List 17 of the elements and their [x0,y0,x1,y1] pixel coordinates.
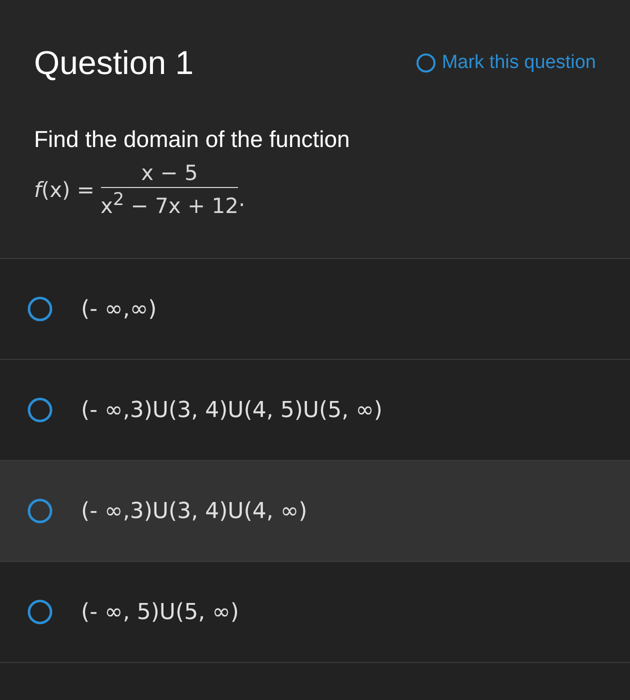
answer-text: (- ∞,∞) [81,296,157,322]
question-title: Question 1 [34,44,194,82]
mark-question-button[interactable]: Mark this question [416,52,596,74]
answer-text: (- ∞,3)U(3, 4)U(4, 5)U(5, ∞) [81,398,382,422]
answer-option[interactable]: (- ∞,3)U(3, 4)U(4, ∞) [0,461,630,562]
circle-icon [416,53,436,73]
radio-button[interactable] [27,296,53,322]
question-prompt: Find the domain of the function [34,126,351,153]
answer-text: (- ∞, 5)U(5, ∞) [81,600,239,624]
period: . [238,186,246,210]
radio-button[interactable] [27,498,53,524]
answer-text: (- ∞,3)U(3, 4)U(4, ∞) [81,498,308,524]
denominator: x$^{2}$ − 7x + 12 [100,189,238,218]
radio-button[interactable] [27,397,53,423]
numerator: x − 5 [100,161,238,188]
function-name: f(x) = [34,178,94,202]
radio-button[interactable] [27,599,53,625]
